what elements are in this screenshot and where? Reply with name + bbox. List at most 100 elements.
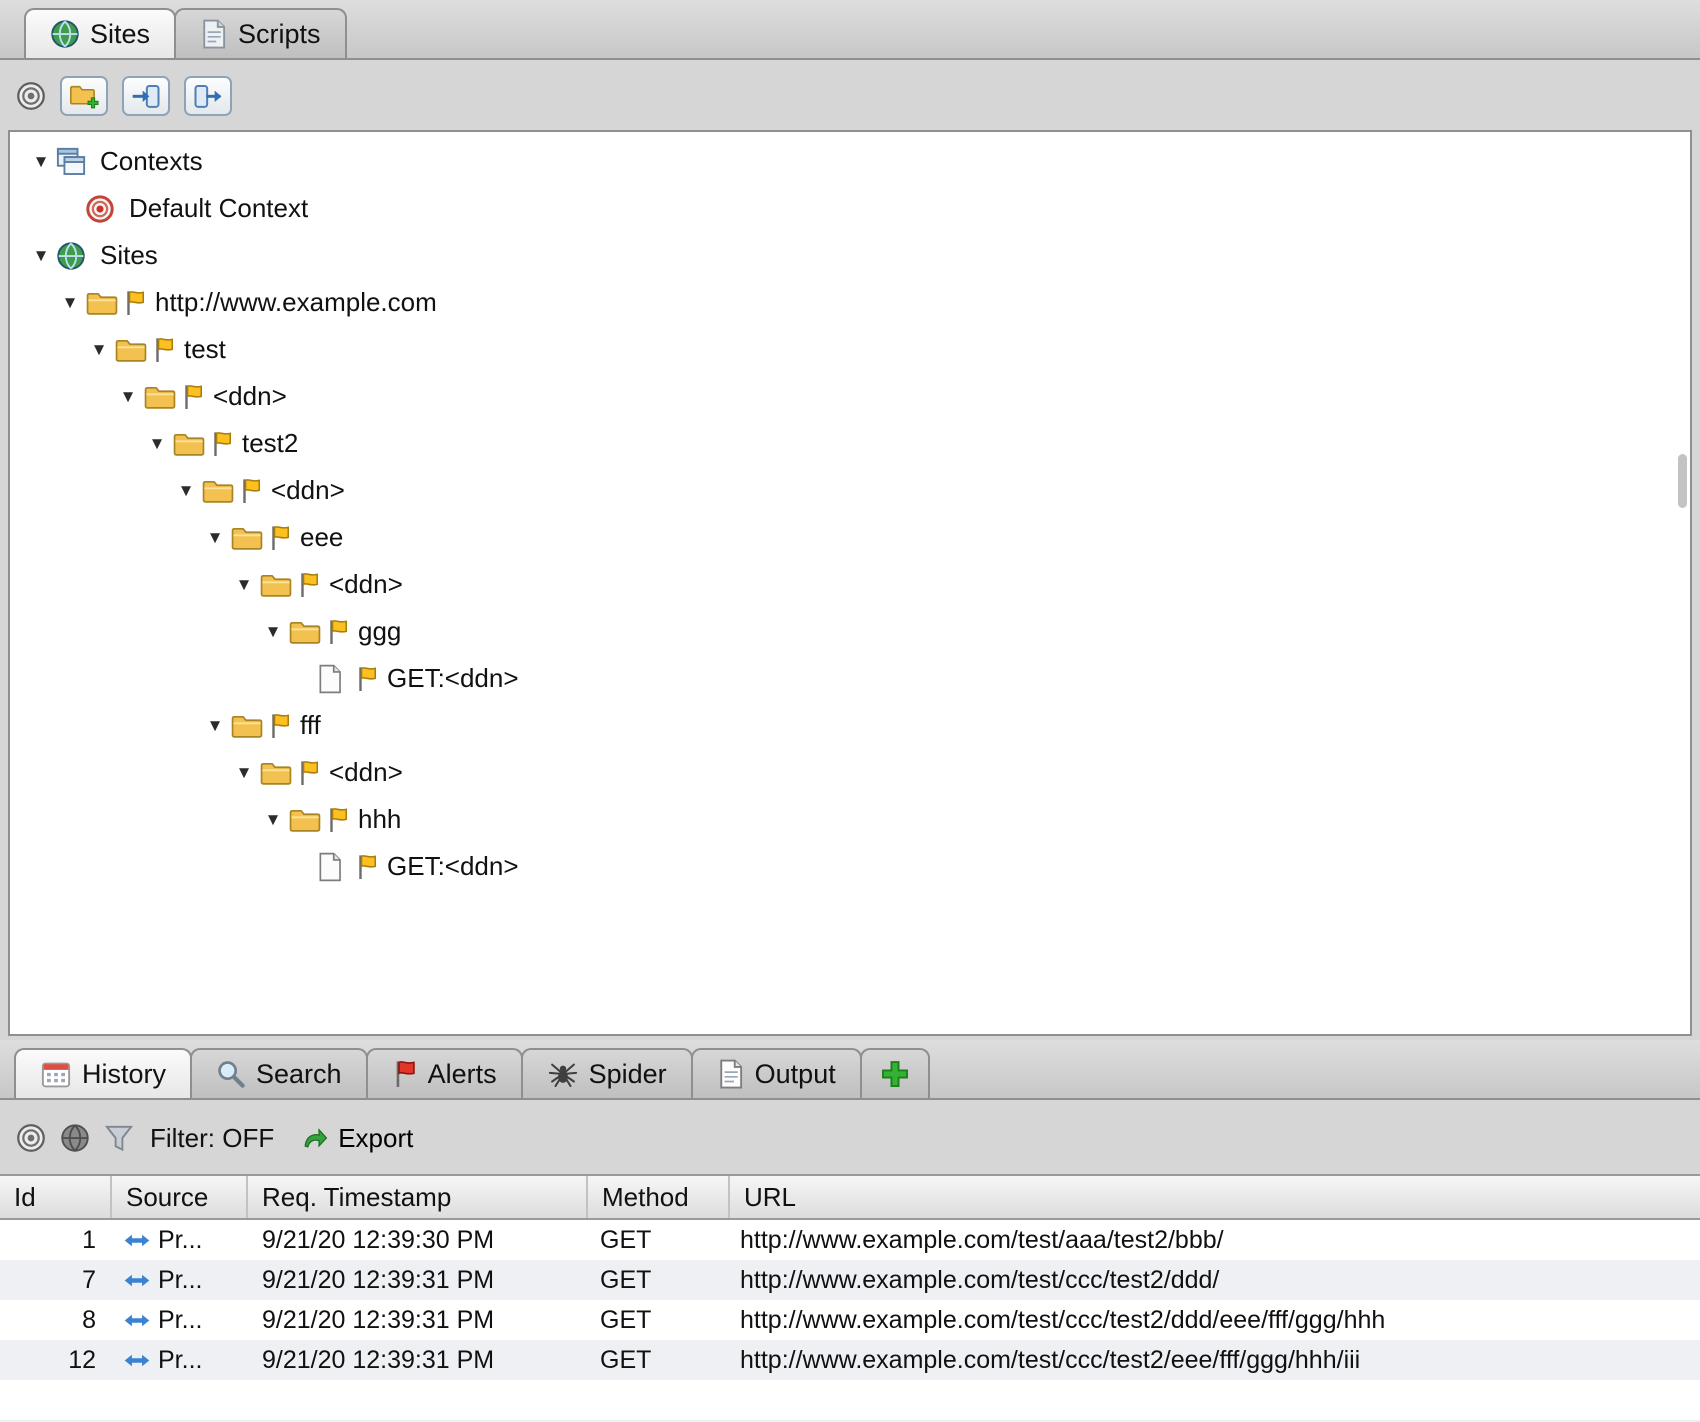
export-context-button[interactable] xyxy=(184,76,232,116)
history-table-row[interactable]: 7 Pr... 9/21/20 12:39:31 PM GET http://w… xyxy=(0,1260,1700,1300)
cell-method: GET xyxy=(588,1306,730,1335)
expander-icon[interactable]: ▼ xyxy=(200,716,230,736)
tab-sites[interactable]: Sites xyxy=(24,8,176,58)
tree-node[interactable]: ▼ <ddn> xyxy=(10,373,1690,420)
cell-id: 7 xyxy=(0,1266,112,1295)
folder-icon xyxy=(288,806,324,834)
tab-label: Alerts xyxy=(428,1059,497,1090)
contexts-icon xyxy=(56,147,92,177)
filter-funnel-icon[interactable] xyxy=(104,1123,134,1153)
expander-icon[interactable]: ▼ xyxy=(229,763,259,783)
history-toolbar: Filter: OFF Export xyxy=(0,1102,1700,1174)
expander-icon[interactable]: ▼ xyxy=(26,246,56,266)
tab-search[interactable]: Search xyxy=(190,1048,368,1098)
expander-icon[interactable]: ▼ xyxy=(84,340,114,360)
cell-id: 12 xyxy=(0,1346,112,1375)
scope-rings-icon[interactable] xyxy=(16,81,46,111)
history-table-header: Id Source Req. Timestamp Method URL xyxy=(0,1174,1700,1220)
tree-node[interactable]: ▼ Sites xyxy=(10,232,1690,279)
history-table-row[interactable]: 8 Pr... 9/21/20 12:39:31 PM GET http://w… xyxy=(0,1300,1700,1340)
scope-rings-icon[interactable] xyxy=(16,1123,46,1153)
tab-alerts[interactable]: Alerts xyxy=(366,1048,523,1098)
node-label: hhh xyxy=(358,804,401,835)
expander-icon[interactable]: ▼ xyxy=(55,293,85,313)
cell-source: Pr... xyxy=(112,1306,248,1335)
tree-node[interactable]: ▼ eee xyxy=(10,514,1690,561)
tree-node[interactable]: ▼ <ddn> xyxy=(10,749,1690,796)
tree-node[interactable]: ▼ <ddn> xyxy=(10,561,1690,608)
tree-node[interactable]: ▼ GET:<ddn> xyxy=(10,655,1690,702)
column-header-id[interactable]: Id xyxy=(0,1176,112,1218)
tree-node[interactable]: ▼ http://www.example.com xyxy=(10,279,1690,326)
new-context-folder-plus-icon xyxy=(68,82,100,110)
folder-icon xyxy=(259,571,295,599)
cell-method: GET xyxy=(588,1226,730,1255)
cell-timestamp: 9/21/20 12:39:31 PM xyxy=(248,1346,588,1375)
tab-scripts[interactable]: Scripts xyxy=(174,8,347,58)
export-label: Export xyxy=(338,1123,413,1154)
node-label: test2 xyxy=(242,428,298,459)
document-icon xyxy=(717,1059,745,1089)
expander-icon[interactable]: ▼ xyxy=(229,575,259,595)
column-header-url[interactable]: URL xyxy=(730,1176,1700,1218)
column-header-timestamp[interactable]: Req. Timestamp xyxy=(248,1176,588,1218)
expander-icon[interactable]: ▼ xyxy=(113,387,143,407)
tab-history[interactable]: History xyxy=(14,1048,192,1098)
export-arrow-icon xyxy=(193,82,223,110)
expander-icon[interactable]: ▼ xyxy=(258,810,288,830)
new-context-button[interactable] xyxy=(60,76,108,116)
cell-url: http://www.example.com/test/ccc/test2/dd… xyxy=(730,1266,1700,1295)
tree-node[interactable]: ▼ ggg xyxy=(10,608,1690,655)
flag-icon xyxy=(268,712,292,740)
expander-icon[interactable]: ▼ xyxy=(142,434,172,454)
tree-scrollbar-thumb[interactable] xyxy=(1678,454,1687,508)
script-icon xyxy=(200,19,228,49)
tab-label: Spider xyxy=(589,1059,667,1090)
expander-icon[interactable]: ▼ xyxy=(171,481,201,501)
tab-spider[interactable]: Spider xyxy=(521,1048,693,1098)
node-label: <ddn> xyxy=(271,475,345,506)
expander-icon[interactable]: ▼ xyxy=(26,152,56,172)
column-header-source[interactable]: Source xyxy=(112,1176,248,1218)
import-arrow-icon xyxy=(131,82,161,110)
tree-node[interactable]: ▼ test xyxy=(10,326,1690,373)
double-arrow-icon xyxy=(124,1313,150,1328)
node-label: test xyxy=(184,334,226,365)
cell-method: GET xyxy=(588,1346,730,1375)
flag-icon xyxy=(355,665,379,693)
cell-source-label: Pr... xyxy=(158,1226,202,1255)
tree-node[interactable]: ▼ Default Context xyxy=(10,185,1690,232)
tree-node[interactable]: ▼ <ddn> xyxy=(10,467,1690,514)
tree-node[interactable]: ▼ fff xyxy=(10,702,1690,749)
tree-node[interactable]: ▼ GET:<ddn> xyxy=(10,843,1690,890)
cell-timestamp: 9/21/20 12:39:30 PM xyxy=(248,1226,588,1255)
folder-icon xyxy=(143,383,179,411)
node-label: GET:<ddn> xyxy=(387,851,519,882)
tree-node[interactable]: ▼ test2 xyxy=(10,420,1690,467)
flag-icon xyxy=(210,430,234,458)
flag-icon xyxy=(326,806,350,834)
tab-output[interactable]: Output xyxy=(691,1048,862,1098)
node-label: eee xyxy=(300,522,343,553)
cell-url: http://www.example.com/test/ccc/test2/ee… xyxy=(730,1346,1700,1375)
history-table-row[interactable]: 12 Pr... 9/21/20 12:39:31 PM GET http://… xyxy=(0,1340,1700,1380)
flag-icon xyxy=(326,618,350,646)
expander-icon[interactable]: ▼ xyxy=(258,622,288,642)
node-label: Contexts xyxy=(100,146,203,177)
tree-node[interactable]: ▼ Contexts xyxy=(10,138,1690,185)
export-button[interactable]: Export xyxy=(302,1123,413,1154)
history-table-row[interactable]: 1 Pr... 9/21/20 12:39:30 PM GET http://w… xyxy=(0,1220,1700,1260)
double-arrow-icon xyxy=(124,1273,150,1288)
cell-source-label: Pr... xyxy=(158,1346,202,1375)
column-header-method[interactable]: Method xyxy=(588,1176,730,1218)
calendar-icon xyxy=(40,1059,72,1089)
tab-label: Sites xyxy=(90,19,150,50)
filter-status-label: Filter: OFF xyxy=(150,1123,274,1154)
globe-dark-icon[interactable] xyxy=(60,1123,90,1153)
import-context-button[interactable] xyxy=(122,76,170,116)
tab-add[interactable] xyxy=(860,1048,930,1098)
tree-node[interactable]: ▼ hhh xyxy=(10,796,1690,843)
expander-icon[interactable]: ▼ xyxy=(200,528,230,548)
bottom-tab-bar: History Search Alerts Spider Output xyxy=(0,1040,1700,1100)
node-label: http://www.example.com xyxy=(155,287,437,318)
